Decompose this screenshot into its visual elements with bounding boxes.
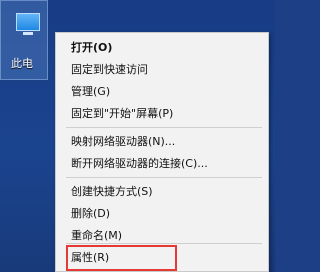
menu-item-label: 映射网络驱动器(N)...	[71, 135, 176, 148]
menu-separator	[66, 243, 262, 244]
context-menu: 打开(O) 固定到快速访问 管理(G) 固定到"开始"屏幕(P) 映射网络驱动器…	[55, 32, 269, 272]
menu-item-delete[interactable]: 删除(D)	[56, 203, 268, 225]
computer-icon	[16, 13, 40, 31]
menu-item-create-shortcut[interactable]: 创建快捷方式(S)	[56, 181, 268, 203]
menu-item-disconnect-network-drive[interactable]: 断开网络驱动器的连接(C)...	[56, 153, 268, 175]
menu-item-label: 固定到"开始"屏幕(P)	[71, 107, 174, 120]
menu-item-label: 删除(D)	[71, 207, 111, 220]
menu-item-open[interactable]: 打开(O)	[56, 37, 268, 59]
menu-item-label: 固定到快速访问	[71, 63, 148, 76]
menu-item-label: 管理(G)	[71, 85, 111, 98]
menu-item-pin-quick-access[interactable]: 固定到快速访问	[56, 59, 268, 81]
computer-stand-icon	[23, 32, 33, 35]
menu-separator	[66, 177, 262, 178]
desktop-icon-label: 此电	[11, 57, 33, 70]
menu-item-manage[interactable]: 管理(G)	[56, 81, 268, 103]
menu-item-pin-start[interactable]: 固定到"开始"屏幕(P)	[56, 103, 268, 125]
menu-separator	[66, 127, 262, 128]
this-pc-desktop-icon[interactable]: 此电	[0, 0, 48, 80]
menu-item-label: 断开网络驱动器的连接(C)...	[71, 157, 208, 170]
properties-highlight-box	[66, 245, 177, 271]
menu-item-label: 打开(O)	[71, 41, 113, 54]
menu-item-map-network-drive[interactable]: 映射网络驱动器(N)...	[56, 131, 268, 153]
menu-item-label: 创建快捷方式(S)	[71, 185, 153, 198]
